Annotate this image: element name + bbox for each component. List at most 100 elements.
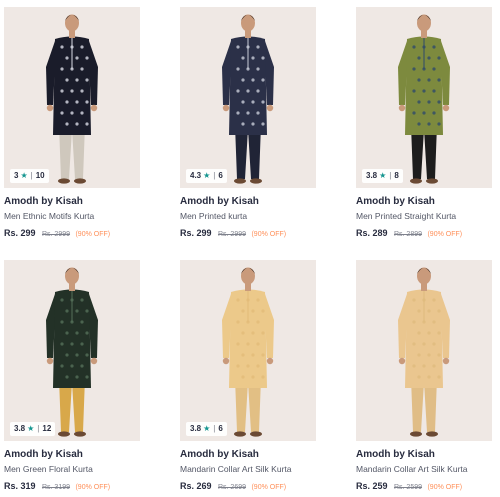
left-hand [222,104,230,112]
right-hand [266,357,274,365]
product-mrp: Rs. 2599 [393,484,423,491]
product-info: Amodh by Kisah Men Green Floral Kurta Rs… [4,441,140,494]
product-card[interactable]: Amodh by Kisah Mandarin Collar Art Silk … [356,260,492,494]
print-motif [80,67,84,71]
print-motif [432,320,436,324]
product-image[interactable]: 3 ★ | 10 [4,7,140,188]
print-motif [85,353,89,357]
print-motif [412,298,416,302]
product-price: Rs. 289 [356,228,388,238]
print-motif [246,364,250,368]
print-motif [422,342,426,346]
print-motif [412,111,416,115]
print-motif [412,364,416,368]
right-hand [90,104,98,112]
star-icon: ★ [203,171,211,180]
print-motif [75,56,79,60]
product-image[interactable]: 3.8 ★ | 6 [180,260,316,441]
rating-count: 10 [35,171,45,180]
print-motif [80,364,84,368]
product-mrp: Rs. 2999 [217,231,247,238]
right-hand [442,357,450,365]
product-image[interactable]: 4.3 ★ | 6 [180,7,316,188]
product-grid: 3 ★ | 10 Amodh by Kisah Men Ethnic Motif… [0,0,500,497]
print-motif [256,320,260,324]
print-motif [256,342,260,346]
print-motif [85,78,89,82]
product-card[interactable]: 3.8 ★ | 8 Amodh by Kisah Men Printed Str… [356,7,492,241]
print-motif [80,89,84,93]
right-shoe [74,431,86,437]
print-motif [422,111,426,115]
product-brand: Amodh by Kisah [4,196,83,207]
product-image[interactable] [356,260,492,441]
print-motif [65,331,69,335]
rating-badge: 4.3 ★ | 6 [186,169,227,183]
print-motif [241,309,245,313]
price-row: Rs. 269 Rs. 2699 (90% OFF) [180,479,316,494]
head [241,267,255,285]
print-motif [60,67,64,71]
print-motif [60,298,64,302]
print-motif [261,353,265,357]
print-motif [427,309,431,313]
print-motif [65,309,69,313]
kurta-illustration [180,260,316,441]
product-card[interactable]: 4.3 ★ | 6 Amodh by Kisah Men Printed kur… [180,7,316,241]
left-shoe [234,431,246,437]
print-motif [85,100,89,104]
print-motif [417,353,421,357]
print-motif [261,375,265,379]
print-motif [60,342,64,346]
left-shoe [410,178,422,184]
rating-separator: | [30,171,33,180]
kurta-illustration [356,7,492,188]
print-motif [65,100,69,104]
print-motif [422,364,426,368]
rating-separator: | [37,424,40,433]
product-card[interactable]: 3.8 ★ | 12 Amodh by Kisah Men Green Flor… [4,260,140,494]
print-motif [427,331,431,335]
product-card[interactable]: 3 ★ | 10 Amodh by Kisah Men Ethnic Motif… [4,7,140,241]
print-motif [65,122,69,126]
print-motif [417,122,421,126]
head [417,14,431,32]
right-shoe [250,431,262,437]
product-brand: Amodh by Kisah [180,449,259,460]
product-price: Rs. 259 [356,481,388,491]
print-motif [75,331,79,335]
left-hand [398,104,406,112]
print-motif [261,122,265,126]
product-image[interactable]: 3.8 ★ | 8 [356,7,492,188]
product-mrp: Rs. 2999 [41,231,71,238]
price-row: Rs. 289 Rs. 2899 (90% OFF) [356,226,492,241]
print-motif [256,45,260,49]
print-motif [85,56,89,60]
left-hand [46,357,54,365]
print-motif [437,309,441,313]
head [241,14,255,32]
print-motif [236,45,240,49]
print-motif [256,111,260,115]
product-card[interactable]: 3.8 ★ | 6 Amodh by Kisah Mandarin Collar… [180,260,316,494]
print-motif [80,342,84,346]
left-shoe [58,431,70,437]
product-price: Rs. 299 [4,228,36,238]
print-motif [417,56,421,60]
product-name: Men Printed Straight Kurta [356,211,457,221]
product-mrp: Rs. 2699 [217,484,247,491]
print-motif [70,111,74,115]
print-motif [437,331,441,335]
product-info: Amodh by Kisah Men Ethnic Motifs Kurta R… [4,188,140,241]
kurta-illustration [180,7,316,188]
print-motif [427,78,431,82]
print-motif [60,89,64,93]
rating-count: 6 [218,424,223,433]
print-motif [85,375,89,379]
product-discount: (90% OFF) [251,231,287,238]
print-motif [251,56,255,60]
print-motif [432,298,436,302]
print-motif [80,320,84,324]
product-image[interactable]: 3.8 ★ | 12 [4,260,140,441]
star-icon: ★ [20,171,28,180]
